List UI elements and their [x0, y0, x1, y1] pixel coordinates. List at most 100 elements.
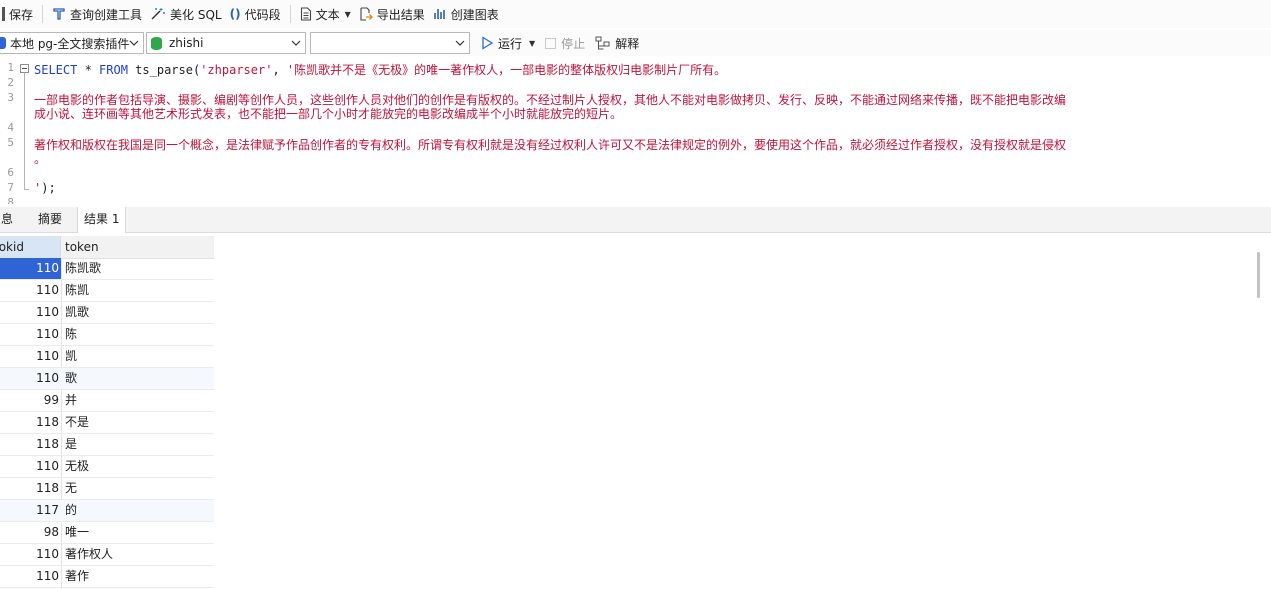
explain-button[interactable]: 解释	[591, 31, 643, 55]
tab-result-1[interactable]: 结果 1	[77, 207, 127, 233]
code-line-7: ');	[34, 181, 56, 195]
table-row[interactable]: 110 陈	[0, 324, 214, 346]
text-mode-label: 文本	[315, 7, 340, 22]
grid-header: tokid token	[0, 236, 214, 259]
line-number: 7	[7, 181, 14, 194]
create-chart-button[interactable]: 创建图表	[429, 2, 503, 26]
fold-guide	[24, 73, 25, 190]
cell-tokid[interactable]: 117	[0, 500, 59, 521]
cell-token[interactable]: 并	[65, 390, 77, 411]
cell-token[interactable]: 陈	[65, 324, 77, 345]
cell-tokid[interactable]: 118	[0, 434, 59, 455]
cell-tokid[interactable]: 110	[0, 258, 61, 279]
export-results-button[interactable]: 导出结果	[355, 2, 429, 26]
table-row[interactable]: 117 的	[0, 500, 214, 522]
caret-down-icon: ▼	[529, 38, 536, 48]
cell-token[interactable]: 凯歌	[65, 302, 89, 323]
beautify-sql-button[interactable]: 美化 SQL	[146, 2, 226, 26]
table-row[interactable]: 118 无	[0, 478, 214, 500]
table-row[interactable]: 110 歌	[0, 368, 214, 390]
tab-summary[interactable]: 摘要	[32, 207, 68, 232]
stop-icon	[545, 37, 557, 49]
line-number: 5	[7, 136, 14, 149]
sql-function: ts_parse(	[127, 63, 201, 77]
editor-scrollbar[interactable]	[1251, 60, 1257, 204]
grid-scrollbar[interactable]	[1251, 236, 1271, 589]
cell-tokid[interactable]: 110	[0, 346, 59, 367]
caret-down-icon: ▼	[344, 9, 351, 19]
run-button[interactable]: 运行 ▼	[476, 31, 539, 55]
result-grid: tokid token 110陈凯歌110陈凯110凯歌110陈110凯110歌…	[0, 236, 214, 589]
table-row[interactable]: 110 著作权人	[0, 544, 214, 566]
table-row[interactable]: 110 凯歌	[0, 302, 214, 324]
column-header-token[interactable]: token	[65, 236, 99, 258]
toolbar-divider	[289, 5, 291, 23]
document-icon	[300, 7, 311, 21]
table-row[interactable]: 110 凯	[0, 346, 214, 368]
code-line-1: SELECT * FROM ts_parse('zhparser', '陈凯歌并…	[34, 61, 726, 78]
sql-close-paren: );	[41, 181, 56, 195]
table-row[interactable]: 99 并	[0, 390, 214, 412]
fold-toggle-icon[interactable]	[20, 64, 29, 73]
cell-token[interactable]: 歌	[65, 368, 77, 389]
cell-token[interactable]: 是	[65, 434, 77, 455]
table-row[interactable]: 110 陈凯	[0, 280, 214, 302]
cell-token[interactable]: 唯一	[65, 522, 89, 543]
snippet-button[interactable]: () 代码段	[226, 2, 285, 26]
query-builder-icon	[53, 8, 65, 20]
cell-tokid[interactable]: 99	[0, 390, 59, 411]
cell-tokid[interactable]: 118	[0, 478, 59, 499]
cell-token[interactable]: 著作	[65, 566, 89, 587]
save-icon	[2, 7, 5, 21]
column-header-tokid[interactable]: tokid	[0, 236, 61, 258]
sql-keyword: FROM	[99, 63, 128, 77]
cell-tokid[interactable]: 110	[0, 368, 59, 389]
cell-tokid[interactable]: 110	[0, 456, 59, 477]
sql-comma: ,	[272, 63, 287, 77]
database-select[interactable]: zhishi	[146, 32, 306, 54]
cell-tokid[interactable]: 110	[0, 302, 59, 323]
cell-token[interactable]: 凯	[65, 346, 77, 367]
connection-select[interactable]: 本地 pg-全文搜索插件	[0, 32, 144, 54]
query-builder-button[interactable]: 查询创建工具	[48, 2, 146, 26]
cell-token[interactable]: 著作权人	[65, 544, 113, 565]
bar-chart-icon	[433, 9, 445, 19]
table-row[interactable]: 118 是	[0, 434, 214, 456]
run-label: 运行	[498, 36, 523, 51]
create-chart-label: 创建图表	[450, 7, 499, 22]
scrollbar-thumb[interactable]	[1257, 252, 1260, 298]
cell-token[interactable]: 陈凯歌	[65, 258, 101, 279]
cell-token[interactable]: 无	[65, 478, 77, 499]
line-number: 2	[7, 76, 14, 89]
table-row[interactable]: 110 陈凯歌	[0, 258, 214, 280]
connection-value: 本地 pg-全文搜索插件	[10, 36, 130, 51]
connection-bar: 本地 pg-全文搜索插件 zhishi 运行 ▼ 停止 解释	[0, 30, 1271, 56]
cell-token[interactable]: 陈凯	[65, 280, 89, 301]
tab-messages[interactable]: 息	[0, 207, 19, 232]
table-row[interactable]: 110 著作	[0, 566, 214, 588]
database-value: zhishi	[169, 36, 204, 50]
stop-button[interactable]: 停止	[541, 31, 589, 55]
code-line-3-wrap: 成小说、连环画等其他艺术形式发表，也不能把一部几个小时才能放完的电影改编成半个小…	[34, 107, 623, 121]
cell-tokid[interactable]: 118	[0, 412, 59, 433]
schema-select[interactable]	[310, 32, 470, 54]
line-number: 6	[7, 166, 14, 179]
table-row[interactable]: 118 不是	[0, 412, 214, 434]
table-row[interactable]: 110 无极	[0, 456, 214, 478]
cell-tokid[interactable]: 110	[0, 324, 59, 345]
table-row[interactable]: 98 唯一	[0, 522, 214, 544]
fold-guide-end	[24, 189, 29, 190]
save-label: 保存	[9, 7, 34, 22]
cell-token[interactable]: 的	[65, 500, 77, 521]
cell-token[interactable]: 不是	[65, 412, 89, 433]
text-mode-button[interactable]: 文本 ▼	[296, 2, 355, 26]
cell-tokid[interactable]: 98	[0, 522, 59, 543]
snippet-label: 代码段	[244, 7, 281, 22]
cell-token[interactable]: 无极	[65, 456, 89, 477]
save-button[interactable]: 保存	[0, 2, 37, 26]
cell-tokid[interactable]: 110	[0, 566, 59, 587]
sql-editor[interactable]: 1 2 3 4 5 6 7 8 SELECT * FROM ts_parse('…	[0, 58, 1271, 204]
cell-tokid[interactable]: 110	[0, 280, 59, 301]
database-icon	[151, 36, 162, 50]
cell-tokid[interactable]: 110	[0, 544, 59, 565]
